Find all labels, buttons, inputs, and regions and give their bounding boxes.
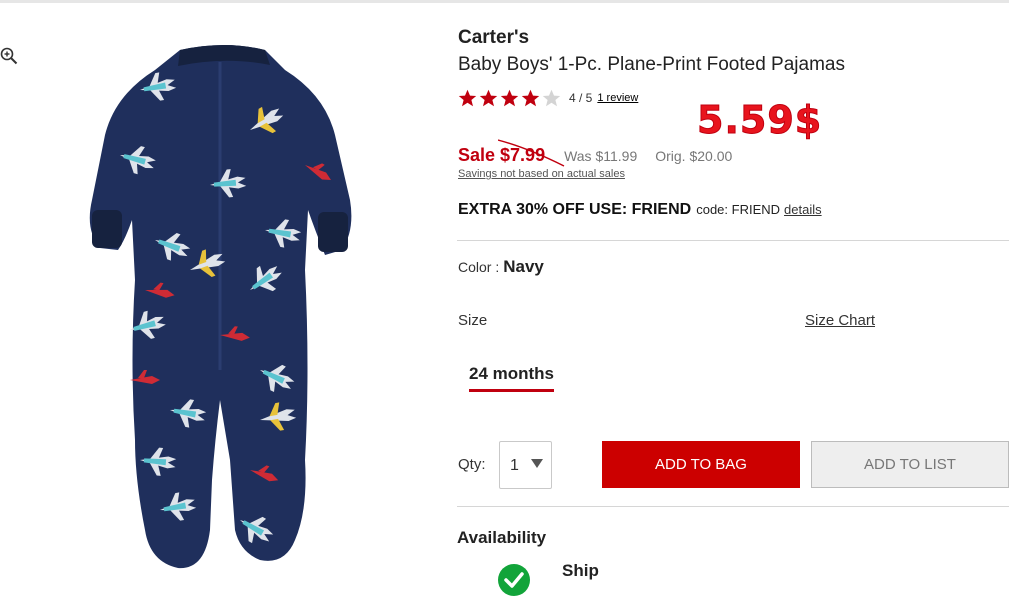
price-row: Sale $7.99 Was $11.99 Orig. $20.00: [458, 139, 733, 167]
rating-score: 4 / 5: [569, 91, 593, 105]
rating-row: 4 / 5 1 review: [458, 88, 638, 108]
review-link[interactable]: 1 review: [597, 92, 638, 104]
star-filled-icon: [500, 89, 519, 107]
section-divider: [457, 506, 1009, 507]
promo-headline: EXTRA 30% OFF USE: FRIEND: [458, 201, 692, 218]
add-to-bag-button[interactable]: ADD TO BAG: [602, 441, 800, 488]
star-filled-icon: [521, 89, 540, 107]
star-empty-icon: [542, 89, 561, 107]
size-label: Size: [458, 312, 488, 329]
sale-price: $7.99: [498, 139, 565, 167]
star-filled-icon: [458, 89, 477, 107]
check-circle-icon: [498, 564, 530, 596]
availability-heading: Availability: [457, 528, 547, 547]
product-title: Baby Boys' 1-Pc. Plane-Print Footed Paja…: [458, 54, 845, 75]
quantity-select[interactable]: 1: [499, 441, 552, 489]
zoom-in-icon[interactable]: [0, 47, 18, 65]
original-price: Orig. $20.00: [655, 148, 733, 164]
star-filled-icon: [479, 89, 498, 107]
sale-label: Sale: [458, 145, 496, 165]
color-value: Navy: [503, 257, 544, 276]
ship-option-label[interactable]: Ship: [562, 561, 599, 581]
color-row: Color : Navy: [458, 257, 544, 277]
color-label: Color :: [458, 259, 500, 275]
size-chart-link[interactable]: Size Chart: [805, 312, 875, 329]
chevron-down-icon: [531, 459, 543, 468]
section-divider: [457, 240, 1009, 241]
strikethrough-mark: [498, 139, 565, 167]
price-annotation: 5.59$: [696, 98, 823, 143]
quantity-value: 1: [510, 457, 519, 474]
product-brand: Carter's: [458, 27, 530, 48]
product-image[interactable]: [80, 40, 370, 580]
rating-stars[interactable]: [458, 89, 563, 107]
qty-label: Qty:: [458, 456, 486, 473]
savings-note-link[interactable]: Savings not based on actual sales: [458, 168, 625, 180]
was-price: Was $11.99: [564, 148, 638, 164]
top-divider: [0, 0, 1009, 3]
size-option-selected[interactable]: 24 months: [469, 364, 555, 392]
add-to-list-button[interactable]: ADD TO LIST: [811, 441, 1009, 488]
promo-details-link[interactable]: details: [784, 202, 822, 217]
promo-row: EXTRA 30% OFF USE: FRIEND code: FRIEND d…: [458, 201, 822, 219]
promo-code: code: FRIEND: [696, 202, 781, 217]
